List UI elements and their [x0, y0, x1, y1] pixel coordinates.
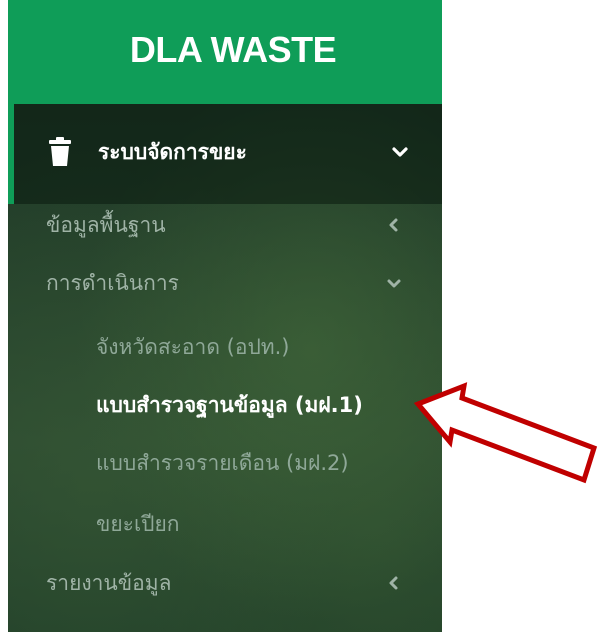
sidebar-subitem-label: แบบสำรวจฐานข้อมูล (มฝ.1) — [96, 393, 363, 417]
trash-icon — [49, 137, 71, 166]
chevron-left-icon — [389, 218, 398, 232]
sidebar-item-basic-data[interactable]: ข้อมูลพื้นฐาน — [8, 205, 442, 245]
sidebar-item-operations[interactable]: การดำเนินการ — [8, 263, 442, 303]
chevron-left-icon — [389, 576, 398, 590]
sidebar-item-reports[interactable]: รายงานข้อมูล — [8, 563, 442, 603]
chevron-down-icon — [387, 279, 401, 288]
sidebar-subitem-label: จังหวัดสะอาด (อปท.) — [96, 335, 290, 359]
sidebar-item-label: การดำเนินการ — [46, 271, 179, 295]
sidebar-subitem-monthly-survey[interactable]: แบบสำรวจรายเดือน (มฝ.2) — [8, 443, 442, 483]
sidebar-subitem-label: แบบสำรวจรายเดือน (มฝ.2) — [96, 451, 349, 475]
brand-header[interactable]: DLA WASTE — [8, 0, 442, 104]
arrow-left-icon — [413, 382, 598, 484]
sidebar: DLA WASTE ระบบจัดการขยะ ข้อมูลพื้นฐาน กา… — [8, 0, 442, 632]
chevron-down-icon — [392, 147, 408, 157]
sidebar-subitem-clean-province[interactable]: จังหวัดสะอาด (อปท.) — [8, 327, 442, 367]
brand-title: DLA WASTE — [129, 29, 337, 70]
sidebar-subitem-baseline-survey[interactable]: แบบสำรวจฐานข้อมูล (มฝ.1) — [8, 385, 442, 425]
sidebar-item-label: ข้อมูลพื้นฐาน — [46, 213, 166, 237]
sidebar-item-label: ระบบจัดการขยะ — [98, 140, 247, 164]
sidebar-item-waste-management[interactable]: ระบบจัดการขยะ — [8, 104, 442, 204]
sidebar-item-label: รายงานข้อมูล — [46, 571, 172, 595]
sidebar-subitem-wet-waste[interactable]: ขยะเปียก — [8, 504, 442, 544]
sidebar-subitem-label: ขยะเปียก — [96, 512, 180, 536]
